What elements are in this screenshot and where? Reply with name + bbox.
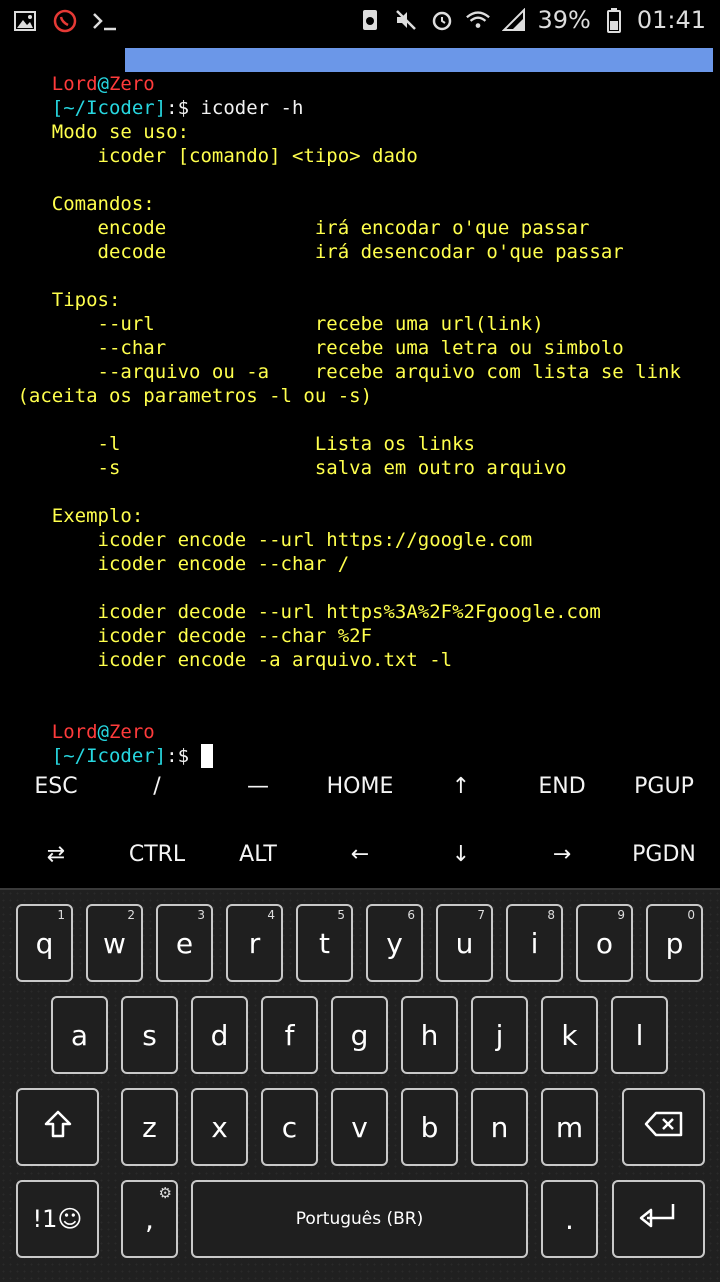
prompt-symbol: :$ xyxy=(166,97,190,119)
enter-key[interactable] xyxy=(612,1180,705,1258)
key-g[interactable]: g xyxy=(331,996,388,1074)
terminal-view[interactable]: Lord@Zero [~/Icoder]:$ icoder -h Modo se… xyxy=(0,46,720,768)
recycle-icon xyxy=(357,7,383,33)
battery-icon xyxy=(601,7,627,33)
output-line: icoder encode -a arquivo.txt -l xyxy=(6,649,453,671)
key-c[interactable]: c xyxy=(261,1088,318,1166)
backspace-icon xyxy=(644,1111,684,1144)
image-icon xyxy=(12,8,38,34)
output-line: decode irá desencodar o'que passar xyxy=(6,241,624,263)
battery-percent: 39% xyxy=(537,6,591,34)
gear-icon: ⚙ xyxy=(158,1184,172,1202)
output-line: Comandos: xyxy=(6,193,155,215)
whatsapp-icon xyxy=(52,8,78,34)
output-line: Modo se uso: xyxy=(6,121,190,143)
key-b[interactable]: b xyxy=(401,1088,458,1166)
output-line: icoder encode --char / xyxy=(6,553,350,575)
pgdn-key[interactable]: PGDN xyxy=(613,824,715,884)
clock: 01:41 xyxy=(636,6,706,34)
output-line: Exemplo: xyxy=(6,505,144,527)
key-v[interactable]: v xyxy=(331,1088,388,1166)
alt-key[interactable]: ALT xyxy=(207,824,309,884)
key-x[interactable]: x xyxy=(191,1088,248,1166)
key-k[interactable]: k xyxy=(541,996,598,1074)
command-text: icoder -h xyxy=(189,97,304,119)
output-line: icoder [comando] <tipo> dado xyxy=(6,145,418,167)
prompt-line-2: Lord@Zero xyxy=(6,696,155,743)
key-w[interactable]: 2w xyxy=(86,904,143,982)
output-line: --url recebe uma url(link) xyxy=(6,313,544,335)
mute-icon xyxy=(393,7,419,33)
pgup-key[interactable]: PGUP xyxy=(613,756,715,816)
status-bar: 39% 01:41 xyxy=(0,0,720,44)
key-e[interactable]: 3e xyxy=(156,904,213,982)
key-a[interactable]: a xyxy=(51,996,108,1074)
input-line[interactable]: [~/Icoder]:$ xyxy=(6,720,213,768)
output-line: Tipos: xyxy=(6,289,121,311)
down-arrow-key[interactable]: ↓ xyxy=(410,824,512,884)
backspace-key[interactable] xyxy=(622,1088,705,1166)
key-l[interactable]: l xyxy=(611,996,668,1074)
output-line: --char recebe uma letra ou simbolo xyxy=(6,337,624,359)
key-p[interactable]: 0p xyxy=(646,904,703,982)
extra-keys-bar: ESC / — HOME ↑ END PGUP ⇄ CTRL ALT ← ↓ →… xyxy=(0,752,720,888)
left-arrow-key[interactable]: ← xyxy=(309,824,411,884)
output-line: icoder encode --url https://google.com xyxy=(6,529,533,551)
esc-key[interactable]: ESC xyxy=(5,756,107,816)
key-q[interactable]: 1q xyxy=(16,904,73,982)
symbols-key[interactable]: !1☺ xyxy=(16,1180,99,1258)
key-r[interactable]: 4r xyxy=(226,904,283,982)
key-d[interactable]: d xyxy=(191,996,248,1074)
output-line: (aceita os parametros -l ou -s) xyxy=(6,385,373,407)
key-f[interactable]: f xyxy=(261,996,318,1074)
dash-key[interactable]: — xyxy=(207,756,309,816)
alarm-icon xyxy=(429,7,455,33)
prompt-line-1: Lord@Zero xyxy=(6,48,155,95)
terminal-icon xyxy=(92,8,118,34)
end-key[interactable]: END xyxy=(511,756,613,816)
key-t[interactable]: 5t xyxy=(296,904,353,982)
output-line: -l Lista os links xyxy=(6,433,476,455)
key-h[interactable]: h xyxy=(401,996,458,1074)
signal-icon xyxy=(501,7,527,33)
output-line: icoder decode --url https%3A%2F%2Fgoogle… xyxy=(6,601,601,623)
shift-icon xyxy=(43,1109,73,1146)
key-o[interactable]: 9o xyxy=(576,904,633,982)
home-key[interactable]: HOME xyxy=(309,756,411,816)
key-i[interactable]: 8i xyxy=(506,904,563,982)
ctrl-key[interactable]: CTRL xyxy=(106,824,208,884)
right-arrow-key[interactable]: → xyxy=(511,824,613,884)
key-z[interactable]: z xyxy=(121,1088,178,1166)
output-line: encode irá encodar o'que passar xyxy=(6,217,590,239)
space-bar[interactable]: Português (BR) xyxy=(191,1180,528,1258)
comma-key[interactable]: ⚙ , xyxy=(121,1180,178,1258)
enter-icon xyxy=(639,1202,679,1237)
up-arrow-key[interactable]: ↑ xyxy=(410,756,512,816)
shift-key[interactable] xyxy=(16,1088,99,1166)
wifi-icon xyxy=(465,7,491,33)
key-u[interactable]: 7u xyxy=(436,904,493,982)
key-n[interactable]: n xyxy=(471,1088,528,1166)
key-s[interactable]: s xyxy=(121,996,178,1074)
output-line: icoder decode --char %2F xyxy=(6,625,373,647)
slash-key[interactable]: / xyxy=(106,756,208,816)
command-line: [~/Icoder]:$ icoder -h xyxy=(6,72,304,119)
key-y[interactable]: 6y xyxy=(366,904,423,982)
prompt-path: [~/Icoder] xyxy=(51,97,167,119)
output-line: -s salva em outro arquivo xyxy=(6,457,567,479)
key-j[interactable]: j xyxy=(471,996,528,1074)
tab-key[interactable]: ⇄ xyxy=(5,824,107,884)
key-m[interactable]: m xyxy=(541,1088,598,1166)
output-line: --arquivo ou -a recebe arquivo com lista… xyxy=(6,361,681,383)
period-key[interactable]: . xyxy=(541,1180,598,1258)
soft-keyboard: 1q 2w 3e 4r 5t 6y 7u 8i 9o 0p a s d f g … xyxy=(0,888,720,1282)
